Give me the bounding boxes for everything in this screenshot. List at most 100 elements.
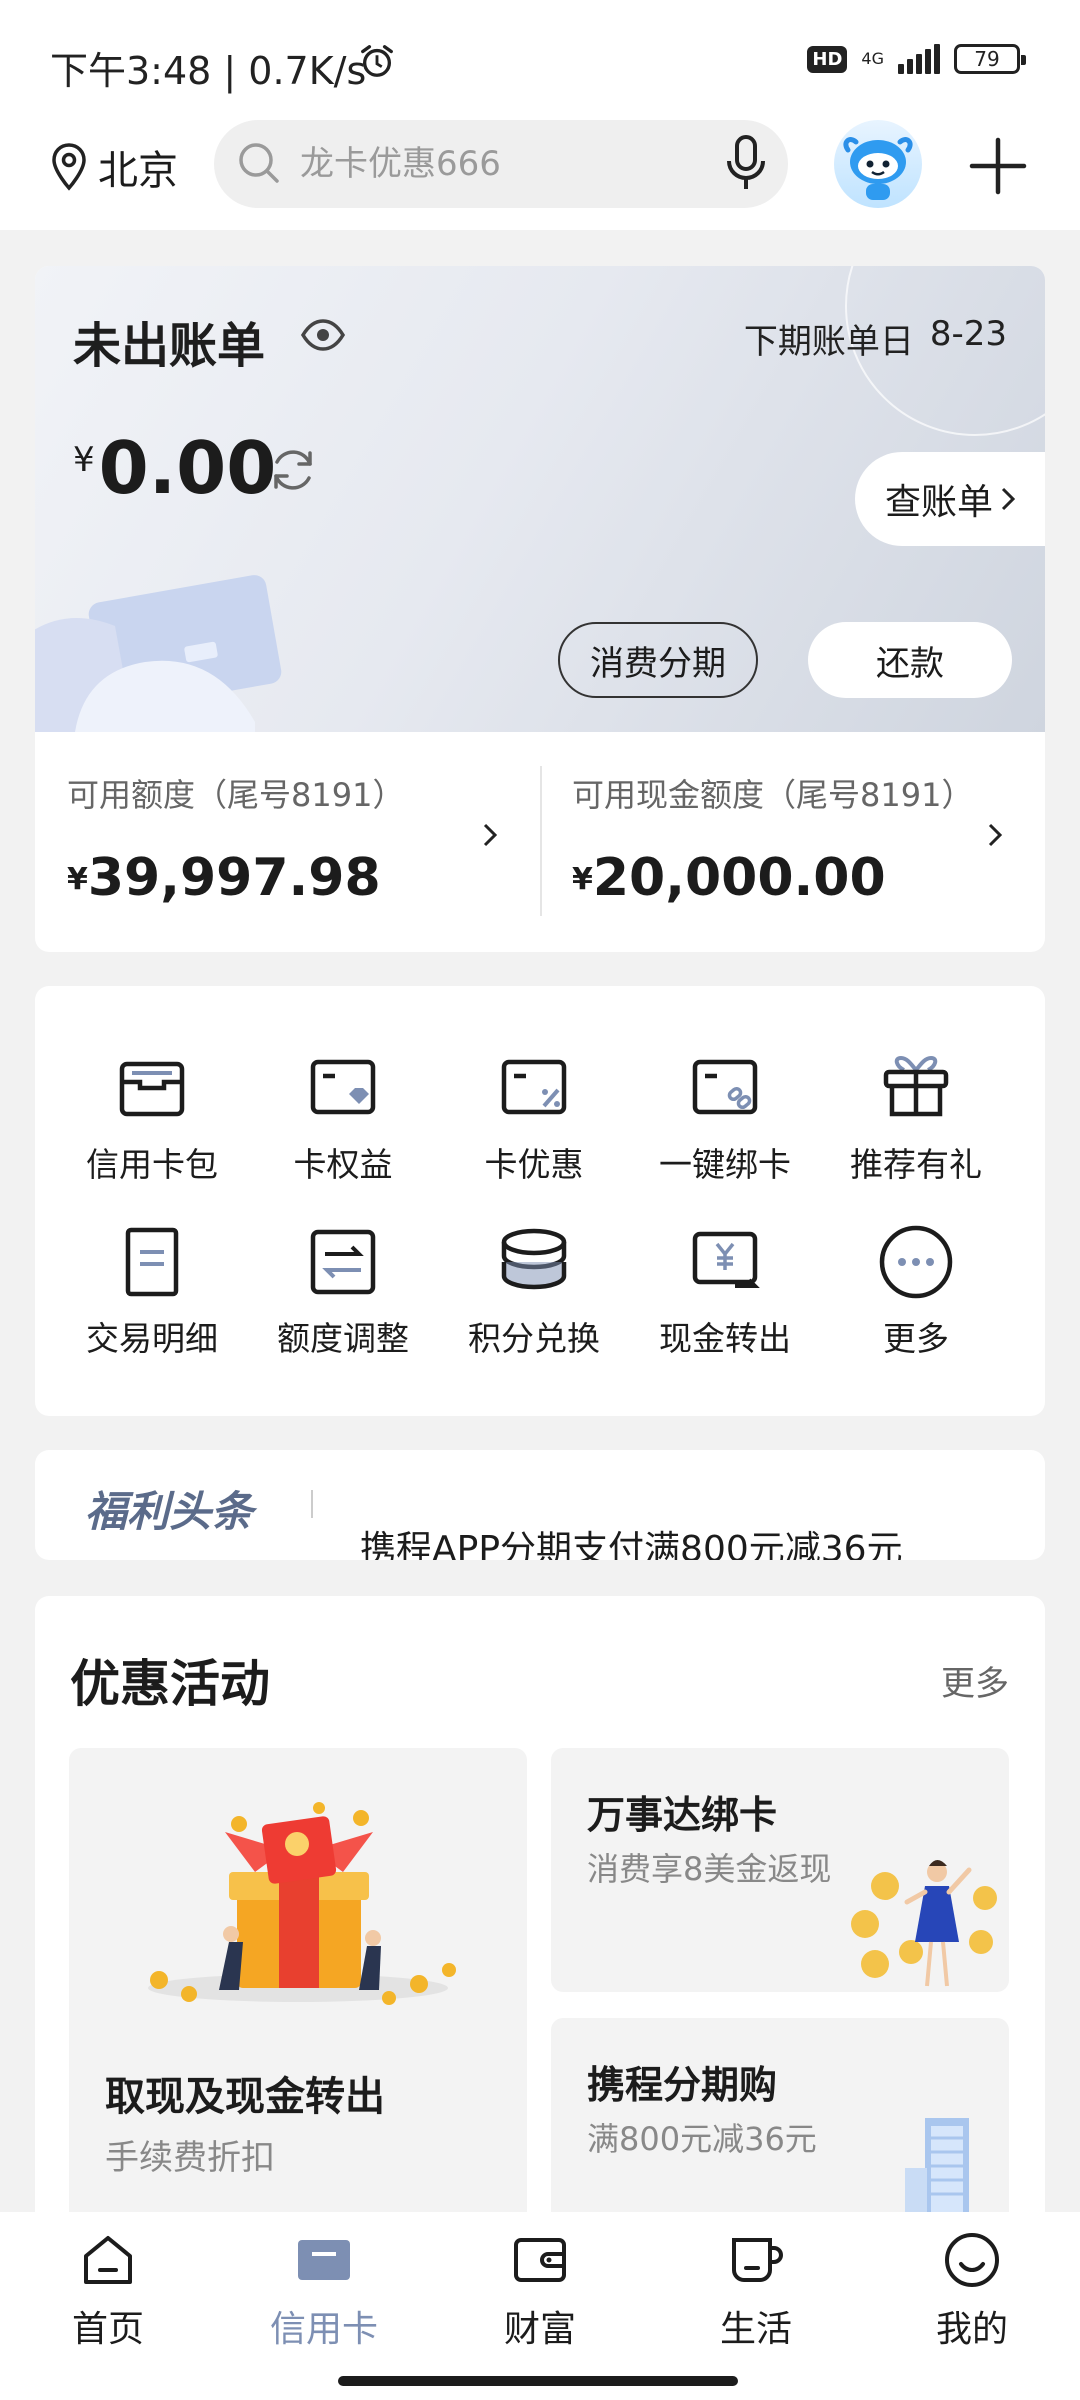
grid-item-more[interactable]: 更多 [821,1222,1011,1372]
grid-label: 卡优惠 [484,1145,584,1184]
grid-label: 信用卡包 [86,1145,218,1184]
function-grid: 信用卡包 卡权益 卡优惠 一键绑卡 推荐有礼 交易明细 额度调整 积分兑换 现金… [35,986,1045,1416]
news-headline[interactable]: 携程APP分期支付满800元减36元 [360,1520,903,1560]
bill-summary: 未出账单 下期账单日 8-23 ¥ 0.00 查账单 消费分期 还款 [35,266,1045,732]
grid-label: 卡权益 [293,1145,393,1184]
search-bar[interactable] [214,120,788,208]
grid-label: 现金转出 [659,1319,791,1358]
cup-icon [732,2238,783,2282]
grid-item-card-wallet[interactable]: 信用卡包 [57,1048,247,1198]
grid-item-card-discount[interactable]: 卡优惠 [439,1048,629,1198]
nav-item-credit-card[interactable]: 信用卡 [254,2230,394,2352]
promo-subtitle: 手续费折扣 [105,2138,275,2178]
currency-symbol: ¥ [572,862,593,897]
promotions-section: 优惠活动 更多 取现及现金转出 手续费折扣 万事达绑卡 消费享8美金返现 携程分… [35,1596,1045,2236]
gift-icon [883,1055,949,1117]
check-bill-label: 查账单 [884,482,993,523]
wallet-icon [119,1061,185,1117]
location-selector[interactable]: 北京 [50,138,178,196]
grid-item-transactions[interactable]: 交易明细 [57,1222,247,1372]
news-brand-logo: 福利头条 [85,1487,254,1536]
bill-amount-value: 0.00 [98,426,277,510]
status-time: 下午3:48 | 0.7K/s [50,49,367,93]
currency-symbol: ¥ [67,862,88,897]
grid-item-points[interactable]: 积分兑换 [439,1222,629,1372]
microphone-icon[interactable] [722,134,770,192]
nav-item-life[interactable]: 生活 [686,2230,826,2352]
status-indicators: HD 4G 79 [807,44,1026,74]
grid-item-card-link[interactable]: 一键绑卡 [630,1048,820,1198]
eye-icon[interactable] [300,318,346,352]
top-bar: 北京 [0,120,1080,230]
check-bill-button[interactable]: 查账单 [855,452,1045,546]
nav-label: 生活 [719,2309,792,2350]
grid-label: 更多 [883,1319,949,1358]
cash-credit-amount: ¥ 20,000.00 [572,848,886,908]
promo-subtitle: 消费享8美金返现 [587,1850,832,1888]
grid-item-card-rights[interactable]: 卡权益 [248,1048,438,1198]
available-credit-amount: ¥ 39,997.98 [67,848,381,908]
grid-label: 额度调整 [277,1319,409,1358]
nav-label: 信用卡 [269,2309,378,2350]
next-bill-date: 下期账单日 8-23 [744,314,1007,363]
signal-icon [898,44,940,74]
nav-item-home[interactable]: 首页 [38,2230,178,2352]
grid-item-cash-out[interactable]: 现金转出 [630,1222,820,1372]
nav-item-wealth[interactable]: 财富 [470,2230,610,2352]
news-ticker[interactable]: 福利头条 携程APP分期支付满800元减36元 [35,1450,1045,1560]
network-type: 4G [861,49,884,68]
divider [311,1490,313,1518]
available-credit[interactable]: 可用额度（尾号8191） ¥ 39,997.98 [35,732,540,952]
grid-item-limit-adjust[interactable]: 额度调整 [248,1222,438,1372]
chevron-right-icon [988,823,1003,847]
currency-symbol: ¥ [73,440,95,480]
mascot-icon [843,137,913,200]
repay-button[interactable]: 还款 [808,622,1012,698]
gift-box-illustration [148,1802,456,2005]
promo-title: 携程分期购 [587,2063,778,2107]
promo-card-cash-withdrawal[interactable]: 取现及现金转出 手续费折扣 [69,1748,527,2236]
home-icon [84,2236,132,2284]
cash-credit-label: 可用现金额度（尾号8191） [572,776,974,814]
add-plus-icon[interactable] [968,136,1028,196]
bill-card: 未出账单 下期账单日 8-23 ¥ 0.00 查账单 消费分期 还款 可用额度（… [35,266,1045,952]
promo-title: 取现及现金转出 [105,2074,385,2120]
building-illustration [905,2118,969,2228]
hd-badge: HD [807,45,848,73]
search-icon [239,143,279,183]
cash-credit[interactable]: 可用现金额度（尾号8191） ¥ 20,000.00 [540,732,1045,952]
cash-out-icon [692,1231,760,1288]
nav-label: 我的 [935,2309,1008,2350]
section-title: 优惠活动 [70,1655,270,1713]
grid-item-referral[interactable]: 推荐有礼 [821,1048,1011,1198]
next-bill-label: 下期账单日 [743,322,914,362]
document-icon [125,1227,179,1297]
refresh-icon[interactable] [267,444,319,496]
home-indicator[interactable] [338,2376,738,2386]
credit-card-icon [298,2240,350,2280]
nav-item-mine[interactable]: 我的 [902,2230,1042,2352]
grid-label: 交易明细 [86,1319,218,1358]
status-bar: 下午3:48 | 0.7K/s HD 4G 79 [0,0,1080,120]
grid-label: 一键绑卡 [659,1145,791,1184]
grid-label: 推荐有礼 [850,1145,982,1184]
location-pin-icon [52,143,86,191]
bill-title: 未出账单 [73,318,266,374]
promo-title: 万事达绑卡 [587,1793,778,1837]
promo-card-ctrip[interactable]: 携程分期购 满800元减36元 [551,2018,1009,2236]
mascot-avatar[interactable] [834,120,922,208]
credit-limits: 可用额度（尾号8191） ¥ 39,997.98 可用现金额度（尾号8191） … [35,732,1045,952]
available-credit-value: 39,997.98 [87,848,381,908]
installment-button[interactable]: 消费分期 [558,622,758,698]
adjust-icon [310,1229,376,1295]
search-input[interactable] [300,130,680,198]
alarm-icon [361,45,393,77]
smile-icon [945,2233,999,2287]
more-link[interactable]: 更多 [941,1656,1009,1705]
card-discount-icon [501,1059,567,1115]
city-label: 北京 [98,148,178,194]
promo-card-mastercard[interactable]: 万事达绑卡 消费享8美金返现 [551,1748,1009,1992]
more-icon [879,1225,953,1299]
promo-subtitle: 满800元减36元 [587,2120,817,2158]
grid-label: 积分兑换 [468,1319,600,1358]
